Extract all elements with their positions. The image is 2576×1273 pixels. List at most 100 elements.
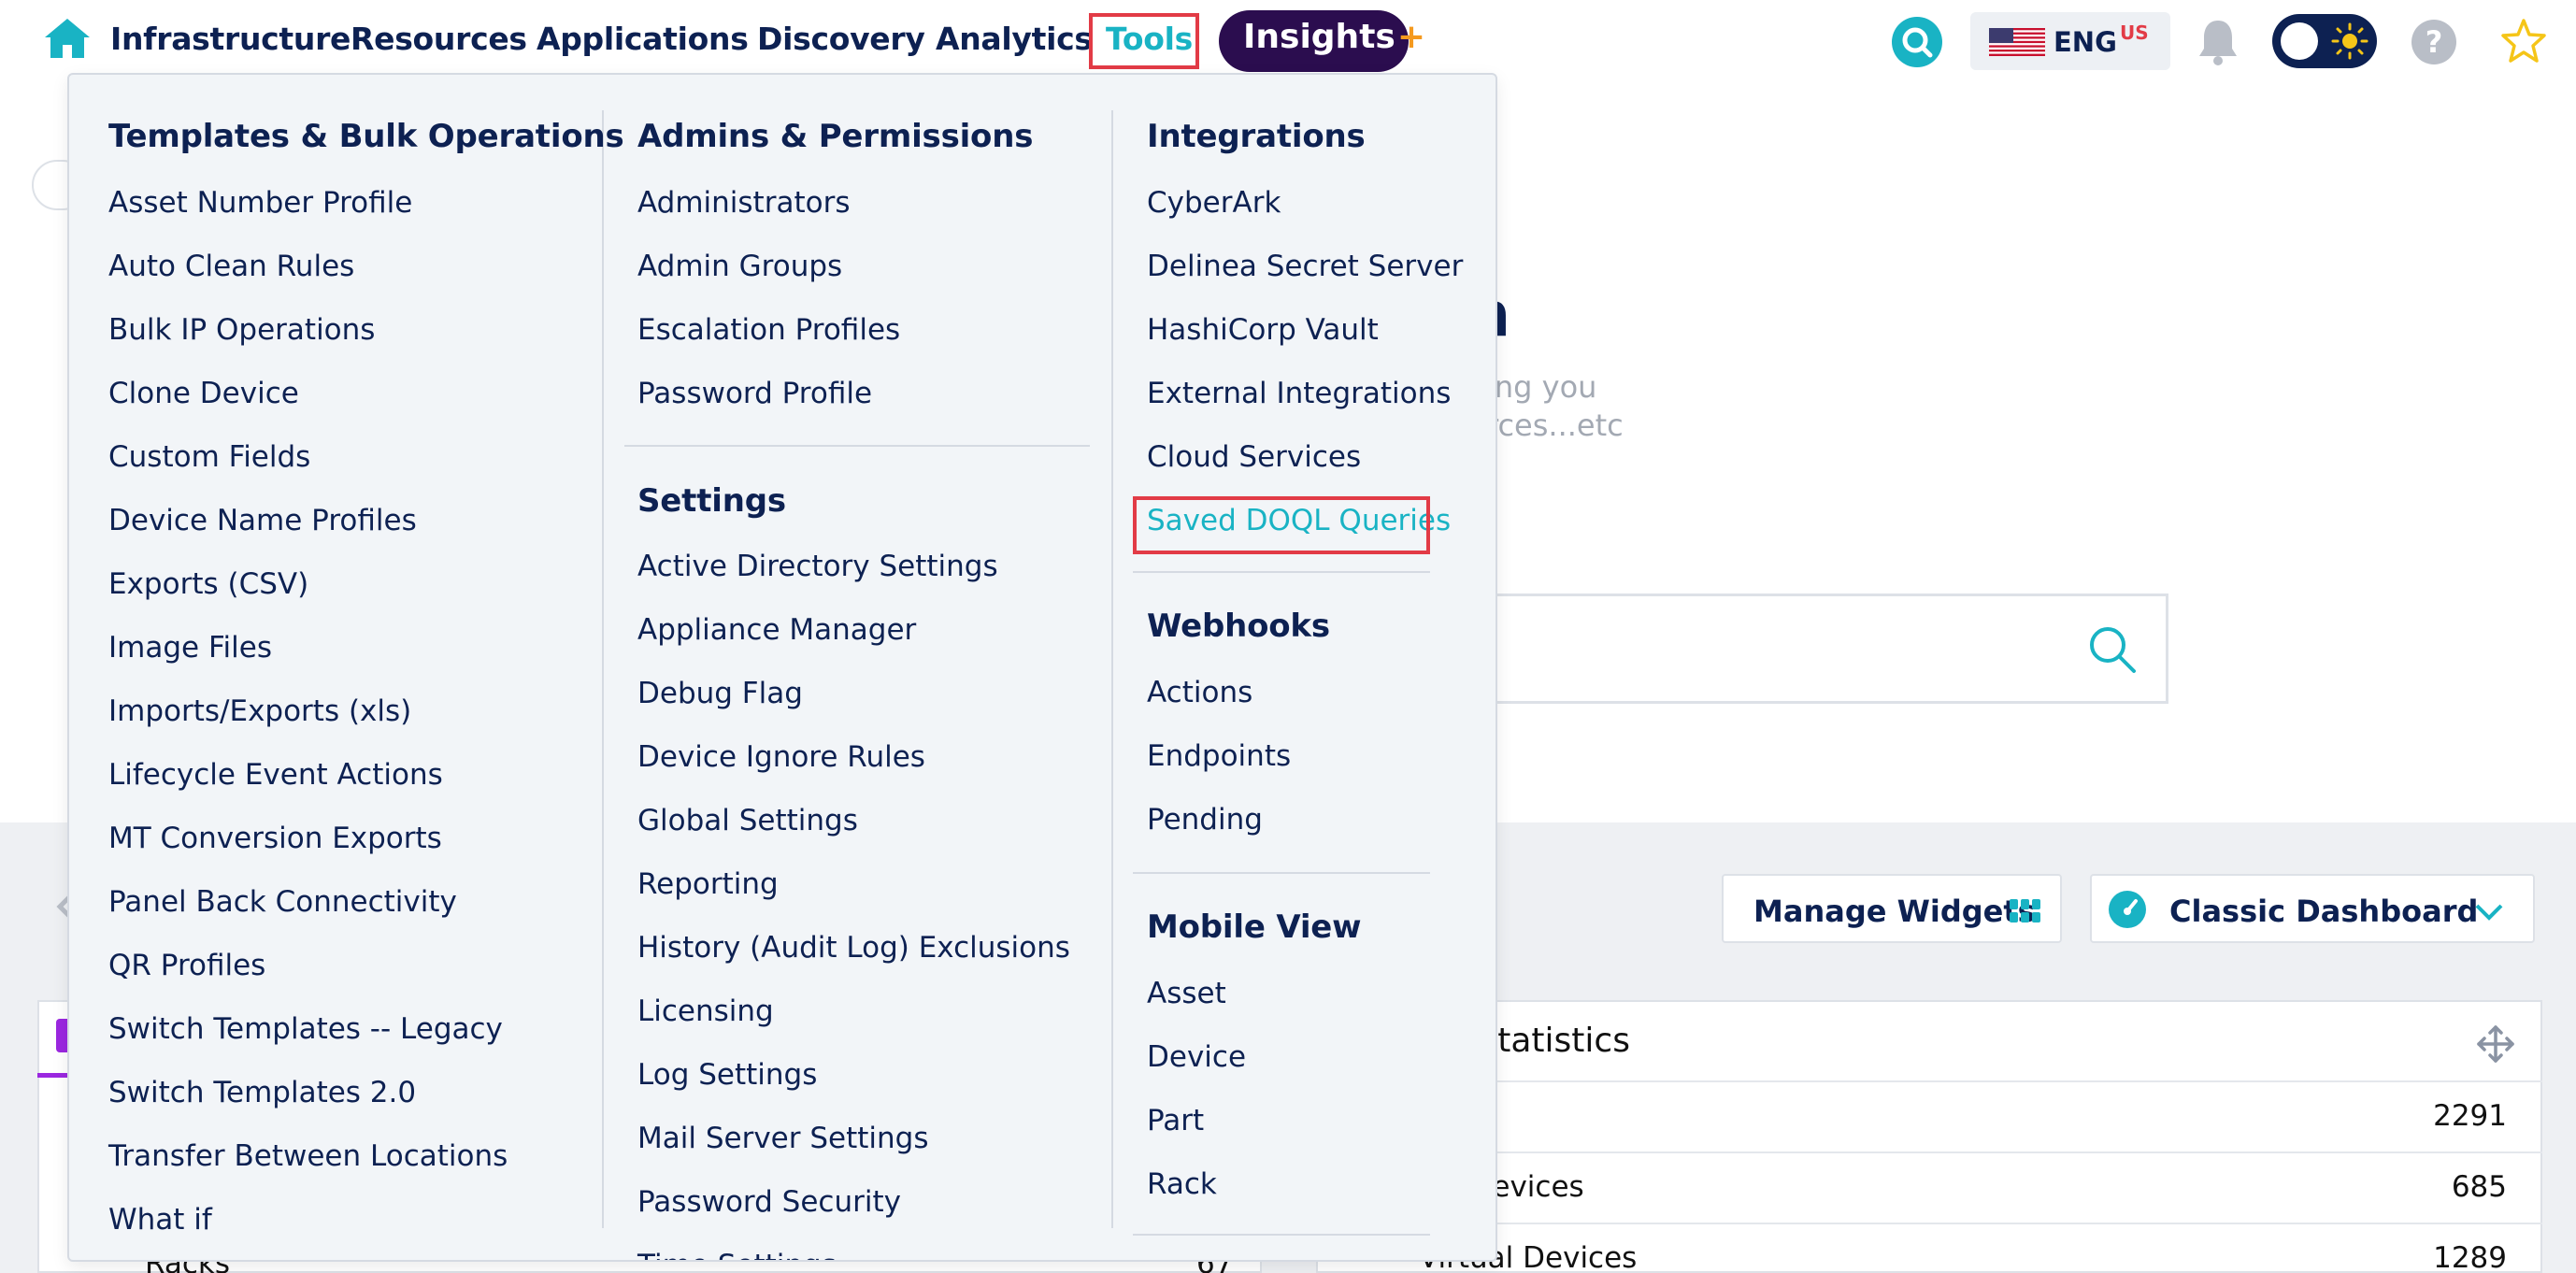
language-selector[interactable]: ENG US [1970, 12, 2170, 70]
nav-infrastructure[interactable]: Infrastructure [110, 21, 351, 57]
nav-analytics[interactable]: Analytics [936, 21, 1093, 57]
menu-item-switch-templates-2[interactable]: Switch Templates 2.0 [108, 1076, 416, 1109]
tools-dropdown-menu: Templates & Bulk Operations Asset Number… [67, 73, 1497, 1262]
section-divider [624, 445, 1090, 447]
bell-icon[interactable] [2197, 17, 2240, 67]
menu-item-custom-fields[interactable]: Custom Fields [108, 440, 310, 474]
move-icon[interactable] [2475, 1023, 2516, 1065]
tools-highlight-box [1089, 13, 1199, 69]
section-heading-webhooks: Webhooks [1147, 608, 1330, 645]
search-icon [1902, 27, 1933, 58]
table-row: cal Devices 685 [1316, 1151, 2542, 1223]
global-search-button[interactable] [1892, 17, 1942, 67]
section-heading-templates: Templates & Bulk Operations [108, 118, 624, 155]
menu-item-mail-server-settings[interactable]: Mail Server Settings [637, 1122, 928, 1155]
sun-icon [2331, 22, 2368, 60]
dashboard-gauge-icon [2109, 891, 2146, 928]
menu-item-device-name-profiles[interactable]: Device Name Profiles [108, 504, 417, 537]
stat-value: 685 [2451, 1170, 2507, 1204]
us-flag-icon [1989, 28, 2045, 56]
menu-item-webhook-actions[interactable]: Actions [1147, 676, 1252, 709]
menu-item-webhook-endpoints[interactable]: Endpoints [1147, 739, 1291, 773]
language-code: ENG [2054, 26, 2117, 58]
section-heading-mobile-view: Mobile View [1147, 908, 1362, 946]
menu-item-imports-exports-xls[interactable]: Imports/Exports (xls) [108, 694, 411, 728]
menu-item-clone-device[interactable]: Clone Device [108, 377, 299, 410]
menu-item-licensing[interactable]: Licensing [637, 994, 774, 1028]
toggle-knob [2281, 22, 2318, 60]
section-divider [1133, 571, 1430, 573]
column-divider [602, 110, 604, 1228]
menu-item-lifecycle-event-actions[interactable]: Lifecycle Event Actions [108, 758, 443, 792]
menu-item-reporting[interactable]: Reporting [637, 867, 779, 901]
menu-item-switch-templates-legacy[interactable]: Switch Templates -- Legacy [108, 1012, 503, 1046]
menu-item-password-profile[interactable]: Password Profile [637, 377, 872, 410]
stat-value: 2291 [2433, 1099, 2507, 1133]
section-heading-settings: Settings [637, 482, 786, 520]
menu-item-mobile-device[interactable]: Device [1147, 1040, 1246, 1074]
chevron-down-icon [2475, 904, 2503, 921]
home-icon[interactable] [43, 17, 92, 60]
section-divider [1133, 872, 1430, 874]
menu-item-log-settings[interactable]: Log Settings [637, 1058, 817, 1092]
table-row: Virtual Devices 1289 [1316, 1223, 2542, 1273]
menu-item-debug-flag[interactable]: Debug Flag [637, 677, 803, 710]
menu-item-webhook-pending[interactable]: Pending [1147, 803, 1263, 837]
menu-item-escalation-profiles[interactable]: Escalation Profiles [637, 313, 900, 347]
hero-subtitle-line1: ing you [1486, 369, 1597, 405]
classic-dashboard-label: Classic Dashboard [2169, 894, 2479, 929]
manage-widgets-label: Manage Widgets [1753, 894, 2036, 929]
column-divider [1111, 110, 1113, 1228]
menu-item-transfer-between-locations[interactable]: Transfer Between Locations [108, 1139, 508, 1173]
hero-subtitle-line2: rces...etc [1486, 408, 1624, 443]
menu-item-global-settings[interactable]: Global Settings [637, 804, 858, 837]
theme-toggle[interactable] [2272, 14, 2377, 68]
menu-item-external-integrations[interactable]: External Integrations [1147, 377, 1451, 410]
menu-item-appliance-manager[interactable]: Appliance Manager [637, 613, 916, 647]
menu-item-panel-back-connectivity[interactable]: Panel Back Connectivity [108, 885, 457, 919]
menu-item-active-directory-settings[interactable]: Active Directory Settings [637, 550, 998, 583]
menu-item-password-security[interactable]: Password Security [637, 1185, 901, 1219]
insights-plus: + [1396, 18, 1425, 56]
help-icon[interactable]: ? [2411, 20, 2456, 64]
menu-item-time-settings[interactable]: Time Settings [637, 1249, 837, 1260]
nav-resources[interactable]: Resources [351, 21, 527, 57]
top-navigation-bar: Infrastructure Resources Applications Di… [0, 0, 2576, 82]
section-divider [1133, 1234, 1430, 1236]
menu-item-auto-clean-rules[interactable]: Auto Clean Rules [108, 250, 354, 283]
search-icon [2090, 627, 2136, 673]
menu-item-bulk-ip-operations[interactable]: Bulk IP Operations [108, 313, 375, 347]
menu-item-history-audit-log-exclusions[interactable]: History (Audit Log) Exclusions [637, 931, 1070, 965]
menu-item-delinea-secret-server[interactable]: Delinea Secret Server [1147, 250, 1463, 283]
menu-item-qr-profiles[interactable]: QR Profiles [108, 949, 265, 982]
nav-applications[interactable]: Applications [537, 21, 749, 57]
manage-widgets-button[interactable]: Manage Widgets [1722, 874, 2062, 943]
hero-search-input[interactable] [1458, 594, 2168, 704]
menu-item-cloud-services[interactable]: Cloud Services [1147, 440, 1361, 474]
language-region: US [2120, 21, 2149, 44]
menu-item-administrators[interactable]: Administrators [637, 186, 850, 220]
insights-label: Insights [1243, 18, 1395, 56]
menu-item-device-ignore-rules[interactable]: Device Ignore Rules [637, 740, 925, 774]
insights-button[interactable]: Insights+ [1219, 10, 1425, 72]
menu-item-hashicorp-vault[interactable]: HashiCorp Vault [1147, 313, 1379, 347]
menu-item-image-files[interactable]: Image Files [108, 631, 272, 665]
star-icon[interactable] [2499, 17, 2548, 65]
menu-item-what-if[interactable]: What if [108, 1203, 212, 1237]
menu-item-mobile-part[interactable]: Part [1147, 1104, 1204, 1137]
menu-item-mt-conversion-exports[interactable]: MT Conversion Exports [108, 822, 442, 855]
menu-item-mobile-asset[interactable]: Asset [1147, 977, 1226, 1010]
menu-item-asset-number-profile[interactable]: Asset Number Profile [108, 186, 412, 220]
nav-discovery[interactable]: Discovery [757, 21, 925, 57]
widgets-grid-icon [2010, 899, 2040, 923]
menu-item-exports-csv[interactable]: Exports (CSV) [108, 567, 308, 601]
classic-dashboard-select[interactable]: Classic Dashboard [2090, 874, 2535, 943]
section-heading-integrations: Integrations [1147, 118, 1366, 155]
section-heading-admins: Admins & Permissions [637, 118, 1034, 155]
table-row: es 2291 [1316, 1080, 2542, 1151]
stat-value: 1289 [2433, 1241, 2507, 1273]
menu-item-admin-groups[interactable]: Admin Groups [637, 250, 842, 283]
menu-item-cyberark[interactable]: CyberArk [1147, 186, 1281, 220]
saved-doql-highlight-box [1133, 496, 1430, 554]
menu-item-mobile-rack[interactable]: Rack [1147, 1167, 1217, 1201]
